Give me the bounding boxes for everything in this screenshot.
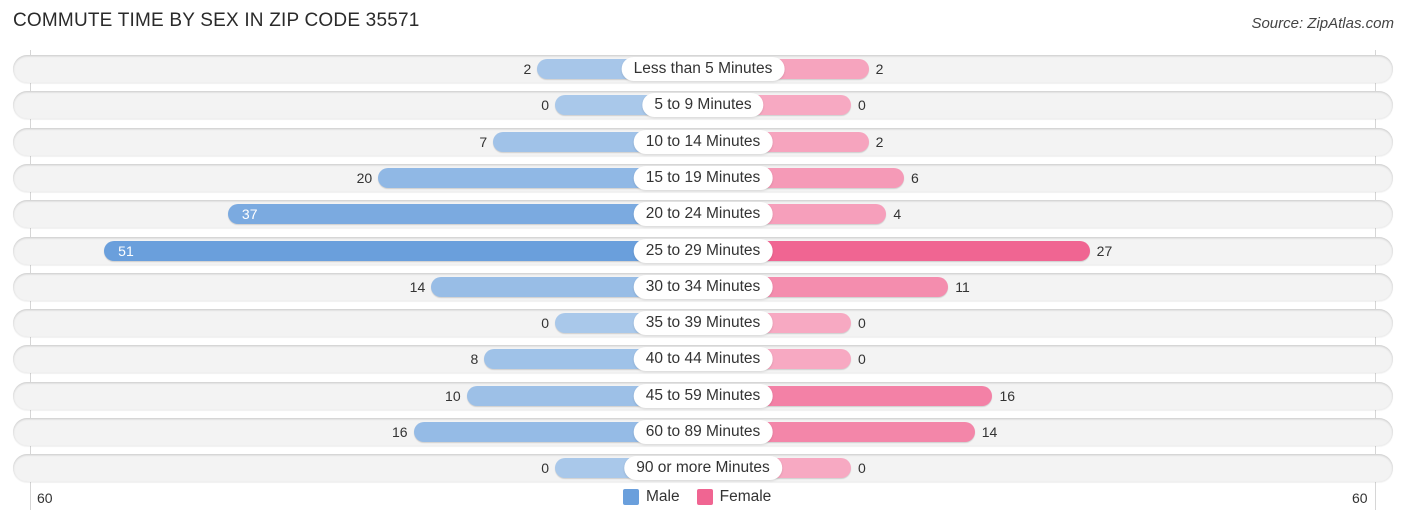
axis-label-left: 60 <box>37 490 53 506</box>
axis-label-right: 60 <box>1352 490 1368 506</box>
value-label-male: 37 <box>241 206 258 223</box>
value-label-female: 2 <box>875 133 884 150</box>
legend-item-female: Female <box>696 488 772 506</box>
legend-label-male: Male <box>646 488 680 505</box>
value-label-male: 10 <box>445 387 461 404</box>
value-label-female: 0 <box>858 351 866 368</box>
value-label-female: 6 <box>911 169 919 186</box>
bar-male <box>104 240 703 261</box>
value-label-male: 20 <box>356 169 373 186</box>
value-label-female: 14 <box>981 424 998 440</box>
legend-item-male: Male <box>623 488 680 506</box>
category-label: 30 to 34 Minutes <box>633 274 773 299</box>
value-label-female: 0 <box>858 460 866 477</box>
legend-swatch-female <box>696 489 713 505</box>
category-label: 15 to 19 Minutes <box>633 165 773 190</box>
value-label-female: 2 <box>875 61 884 77</box>
value-label-male: 8 <box>470 351 479 368</box>
value-label-male: 14 <box>409 278 426 295</box>
category-label: 60 to 89 Minutes <box>633 420 773 444</box>
value-label-male: 16 <box>391 424 408 440</box>
value-label-female: 27 <box>1096 242 1113 259</box>
chart-title: COMMUTE TIME BY SEX IN ZIP CODE 35571 <box>13 10 420 31</box>
category-label: 40 to 44 Minutes <box>633 347 773 372</box>
value-label-male: 51 <box>118 242 134 259</box>
legend-swatch-male <box>623 489 639 505</box>
bar-male <box>227 204 703 225</box>
value-label-male: 7 <box>479 133 488 150</box>
value-label-female: 11 <box>955 278 970 295</box>
value-label-male: 2 <box>523 61 532 77</box>
category-label: 45 to 59 Minutes <box>633 383 773 408</box>
category-label: 35 to 39 Minutes <box>633 311 773 336</box>
value-label-male: 0 <box>541 460 549 477</box>
legend: Male Female <box>623 488 788 506</box>
value-label-female: 0 <box>858 97 866 114</box>
value-label-male: 0 <box>541 315 549 332</box>
category-label: 25 to 29 Minutes <box>633 238 773 263</box>
category-label: 20 to 24 Minutes <box>633 202 773 227</box>
value-label-female: 16 <box>999 387 1016 404</box>
category-label: 10 to 14 Minutes <box>633 129 773 154</box>
value-label-female: 4 <box>893 206 902 223</box>
value-label-female: 0 <box>858 315 866 332</box>
source-credit: Source: ZipAtlas.com <box>1251 15 1394 32</box>
category-label: Less than 5 Minutes <box>621 57 785 81</box>
value-label-male: 0 <box>541 97 549 114</box>
category-label: 90 or more Minutes <box>624 456 782 481</box>
category-label: 5 to 9 Minutes <box>642 93 764 118</box>
legend-label-female: Female <box>719 488 772 505</box>
